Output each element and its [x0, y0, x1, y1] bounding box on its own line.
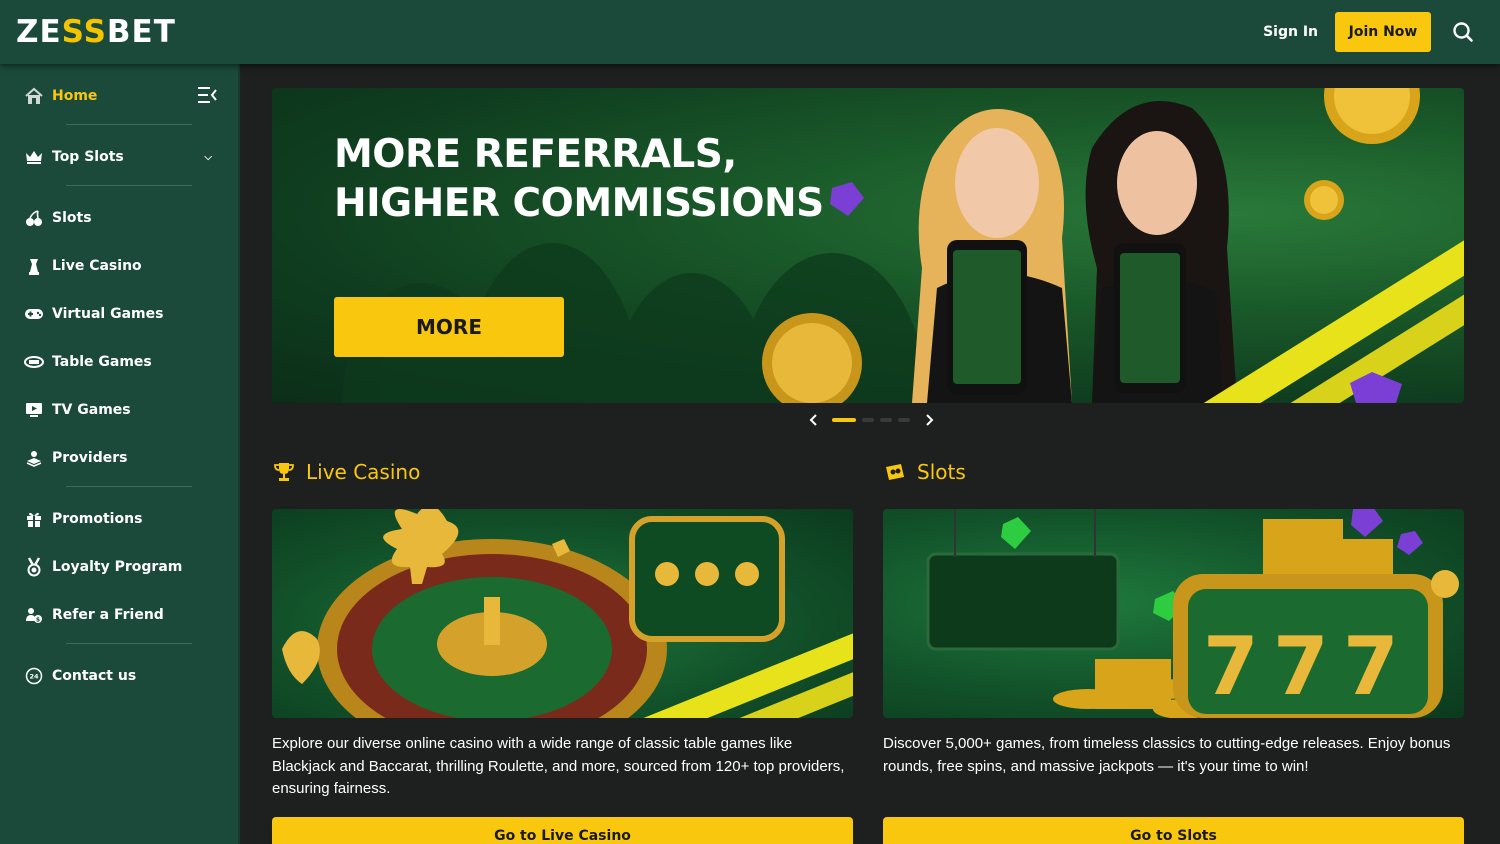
slots-illustration: 777 — [926, 509, 1459, 718]
tv-icon — [24, 400, 44, 420]
sidebar-divider — [66, 124, 192, 125]
join-now-button[interactable]: Join Now — [1335, 12, 1431, 52]
carousel-next-button[interactable] — [921, 410, 936, 430]
sidebar-item-table-games[interactable]: Table Games — [24, 347, 222, 377]
sidebar-item-tv-games[interactable]: TV Games — [24, 395, 222, 425]
sidebar-item-label: Loyalty Program — [52, 559, 183, 575]
sidebar-item-top-slots[interactable]: Top Slots ⌵ — [24, 142, 222, 172]
carousel-dot[interactable] — [880, 418, 892, 422]
sidebar-divider — [66, 486, 192, 487]
slots-image[interactable]: 777 — [883, 509, 1464, 718]
go-to-slots-button[interactable]: Go to Slots — [883, 817, 1464, 844]
providers-icon — [24, 448, 44, 468]
sidebar-divider — [66, 185, 192, 186]
go-to-live-casino-button[interactable]: Go to Live Casino — [272, 817, 853, 844]
sidebar-item-providers[interactable]: Providers — [24, 443, 222, 473]
sidebar-item-home[interactable]: Home — [24, 81, 222, 111]
svg-text:7: 7 — [1273, 620, 1329, 713]
sidebar-item-loyalty-program[interactable]: Loyalty Program — [24, 552, 222, 582]
refer-icon: $ — [24, 605, 44, 625]
chevron-down-icon[interactable]: ⌵ — [204, 152, 212, 163]
carousel-dot[interactable] — [898, 418, 910, 422]
sidebar-item-label: Table Games — [52, 354, 152, 370]
collapse-menu-icon[interactable] — [196, 84, 218, 106]
live-casino-section-header[interactable]: Live Casino — [272, 460, 420, 484]
sidebar-item-label: Home — [52, 88, 98, 104]
sidebar-item-slots[interactable]: Slots — [24, 203, 222, 233]
logo-text-ss: SS — [61, 14, 107, 50]
sidebar-item-label: Top Slots — [52, 149, 124, 165]
sidebar-item-label: Contact us — [52, 668, 137, 684]
carousel-dot-active[interactable] — [832, 418, 856, 422]
table-icon — [24, 352, 44, 372]
chevron-right-icon — [925, 414, 933, 426]
promo-banner[interactable]: MORE REFERRALS, HIGHER COMMISSIONS MORE — [272, 88, 1464, 403]
svg-text:7: 7 — [1203, 620, 1259, 713]
sidebar-divider — [66, 643, 192, 644]
live-casino-description: Explore our diverse online casino with a… — [272, 735, 845, 797]
sidebar-item-promotions[interactable]: Promotions — [24, 504, 222, 534]
trophy-icon — [274, 463, 294, 481]
gamepad-icon — [24, 304, 44, 324]
banner-title: MORE REFERRALS, HIGHER COMMISSIONS — [334, 130, 824, 228]
sidebar-item-label: Promotions — [52, 511, 143, 527]
section-title: Live Casino — [306, 460, 421, 484]
crown-icon — [24, 147, 44, 167]
logo-text-ze: ZE — [16, 14, 62, 50]
sidebar-item-virtual-games[interactable]: Virtual Games — [24, 299, 222, 329]
site-logo[interactable]: ZE SS BET — [16, 14, 176, 50]
svg-text:$: $ — [36, 617, 40, 624]
slots-section-header[interactable]: Slots — [883, 460, 966, 484]
carousel-dots — [829, 418, 913, 422]
roulette-illustration — [282, 509, 853, 718]
slots-icon — [886, 464, 904, 480]
chess-icon — [24, 256, 44, 276]
search-button[interactable] — [1442, 11, 1484, 53]
main-content: MORE REFERRALS, HIGHER COMMISSIONS MORE … — [242, 64, 1500, 844]
sidebar-item-label: Slots — [52, 210, 92, 226]
live-casino-image[interactable] — [272, 509, 853, 718]
sidebar-item-label: Virtual Games — [52, 306, 164, 322]
search-icon — [1453, 22, 1473, 42]
chevron-left-icon — [809, 414, 817, 426]
carousel-prev-button[interactable] — [806, 410, 821, 430]
sidebar-item-contact-us[interactable]: 24 Contact us — [24, 661, 222, 691]
sidebar: Home Top Slots ⌵ Slots Live Casino Virtu… — [0, 64, 240, 844]
cherry-icon — [24, 208, 44, 228]
section-title: Slots — [917, 460, 966, 484]
sidebar-item-label: TV Games — [52, 402, 131, 418]
svg-text:7: 7 — [1343, 620, 1399, 713]
sidebar-item-label: Providers — [52, 450, 128, 466]
slots-description: Discover 5,000+ games, from timeless cla… — [883, 735, 1451, 775]
carousel-controls — [806, 410, 936, 430]
sidebar-item-live-casino[interactable]: Live Casino — [24, 251, 222, 281]
banner-more-button[interactable]: MORE — [334, 297, 564, 357]
support-24-icon: 24 — [24, 666, 44, 686]
medal-icon — [24, 557, 44, 577]
svg-text:24: 24 — [29, 673, 39, 681]
gift-icon — [24, 509, 44, 529]
logo-text-bet: BET — [106, 14, 176, 50]
banner-title-line: HIGHER COMMISSIONS — [334, 181, 824, 226]
banner-title-line: MORE REFERRALS, — [334, 132, 737, 177]
sidebar-item-label: Refer a Friend — [52, 607, 164, 623]
carousel-dot[interactable] — [862, 418, 874, 422]
sidebar-item-label: Live Casino — [52, 258, 142, 274]
top-header: ZE SS BET Sign In Join Now — [0, 0, 1500, 64]
header-actions: Sign In Join Now — [1263, 11, 1484, 53]
sidebar-item-refer-a-friend[interactable]: $ Refer a Friend — [24, 600, 222, 630]
home-icon — [24, 86, 44, 106]
sign-in-button[interactable]: Sign In — [1263, 24, 1318, 40]
